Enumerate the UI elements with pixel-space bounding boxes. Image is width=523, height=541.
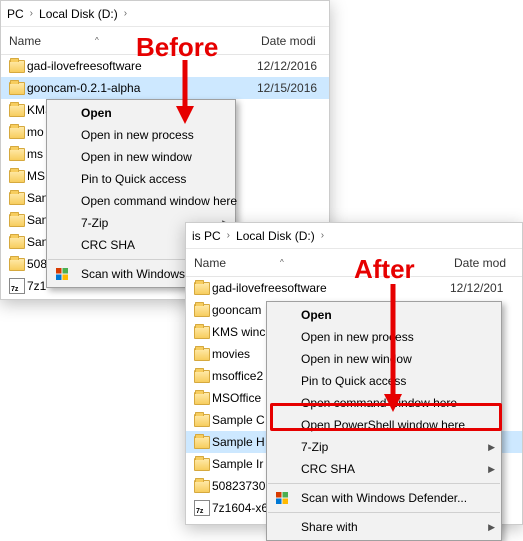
folder-icon (7, 126, 27, 139)
column-headers[interactable]: Name ^ Date modi (1, 27, 329, 55)
sort-caret-up-icon: ^ (95, 36, 99, 45)
chevron-right-icon: › (315, 230, 330, 241)
column-name[interactable]: Name ^ (1, 34, 257, 48)
folder-icon (192, 370, 212, 383)
table-row[interactable]: gad-ilovefreesoftware12/12/2016 (1, 55, 329, 77)
menu-label: Scan with Windows D (81, 267, 197, 281)
menu-label: Share with (301, 520, 358, 534)
file-name: gad-ilovefreesoftware (27, 59, 257, 73)
menu-crc-sha[interactable]: CRC SHA ▶ (267, 458, 501, 480)
folder-icon (192, 304, 212, 317)
defender-shield-icon (275, 491, 289, 505)
archive-icon (192, 500, 212, 516)
folder-icon (192, 348, 212, 361)
menu-label: 7-Zip (301, 440, 328, 454)
column-name[interactable]: Name ^ (186, 256, 450, 270)
folder-icon (7, 104, 27, 117)
file-name: gooncam-0.2.1-alpha (27, 81, 257, 95)
folder-icon (192, 282, 212, 295)
folder-icon (7, 170, 27, 183)
archive-icon (7, 278, 27, 294)
menu-label: Scan with Windows Defender... (301, 491, 467, 505)
folder-icon (7, 258, 27, 271)
breadcrumb-part[interactable]: is PC (192, 229, 221, 243)
folder-icon (7, 192, 27, 205)
breadcrumb-part[interactable]: PC (7, 7, 24, 21)
menu-label: CRC SHA (301, 462, 355, 476)
column-label: Name (194, 256, 226, 270)
menu-separator (268, 512, 500, 513)
folder-icon (7, 214, 27, 227)
chevron-right-icon: › (118, 8, 133, 19)
file-date: 12/12/2016 (257, 59, 329, 73)
sort-caret-up-icon: ^ (280, 258, 284, 267)
defender-shield-icon (55, 267, 69, 281)
table-row[interactable]: gooncam-0.2.1-alpha12/15/2016 (1, 77, 329, 99)
file-date: 12/12/201 (450, 281, 522, 295)
column-label: Name (9, 34, 41, 48)
menu-open-new-window[interactable]: Open in new window (47, 146, 235, 168)
submenu-arrow-icon: ▶ (488, 442, 495, 453)
folder-icon (7, 236, 27, 249)
file-name: gad-ilovefreesoftware (212, 281, 450, 295)
folder-icon (192, 326, 212, 339)
breadcrumb[interactable]: PC › Local Disk (D:) › (1, 1, 329, 27)
folder-icon (7, 148, 27, 161)
breadcrumb[interactable]: is PC › Local Disk (D:) › (186, 223, 522, 249)
menu-open-new-process[interactable]: Open in new process (47, 124, 235, 146)
menu-open[interactable]: Open (47, 102, 235, 124)
menu-open-cmd-here[interactable]: Open command window here (267, 392, 501, 414)
folder-icon (192, 458, 212, 471)
menu-open[interactable]: Open (267, 304, 501, 326)
menu-separator (268, 483, 500, 484)
chevron-right-icon: › (24, 8, 39, 19)
menu-7zip[interactable]: 7-Zip ▶ (267, 436, 501, 458)
menu-pin-quick-access[interactable]: Pin to Quick access (267, 370, 501, 392)
submenu-arrow-icon: ▶ (488, 522, 495, 533)
column-date[interactable]: Date modi (257, 34, 329, 48)
folder-icon (192, 414, 212, 427)
menu-open-powershell-here[interactable]: Open PowerShell window here (267, 414, 501, 436)
context-menu-after[interactable]: Open Open in new process Open in new win… (266, 301, 502, 541)
menu-open-new-window[interactable]: Open in new window (267, 348, 501, 370)
file-date: 12/15/2016 (257, 81, 329, 95)
folder-icon (7, 60, 27, 73)
chevron-right-icon: › (221, 230, 236, 241)
folder-icon (192, 436, 212, 449)
menu-label: 7-Zip (81, 216, 108, 230)
table-row[interactable]: gad-ilovefreesoftware12/12/201 (186, 277, 522, 299)
menu-open-cmd-here[interactable]: Open command window here (47, 190, 235, 212)
column-date[interactable]: Date mod (450, 256, 522, 270)
submenu-arrow-icon: ▶ (488, 464, 495, 475)
folder-icon (7, 82, 27, 95)
menu-label: CRC SHA (81, 238, 135, 252)
breadcrumb-part[interactable]: Local Disk (D:) (236, 229, 315, 243)
menu-share-with[interactable]: Share with ▶ (267, 516, 501, 538)
explorer-window-after: is PC › Local Disk (D:) › Name ^ Date mo… (185, 222, 523, 525)
menu-pin-quick-access[interactable]: Pin to Quick access (47, 168, 235, 190)
folder-icon (192, 392, 212, 405)
folder-icon (192, 480, 212, 493)
column-headers[interactable]: Name ^ Date mod (186, 249, 522, 277)
menu-scan-defender[interactable]: Scan with Windows Defender... (267, 487, 501, 509)
menu-open-new-process[interactable]: Open in new process (267, 326, 501, 348)
breadcrumb-part[interactable]: Local Disk (D:) (39, 7, 118, 21)
